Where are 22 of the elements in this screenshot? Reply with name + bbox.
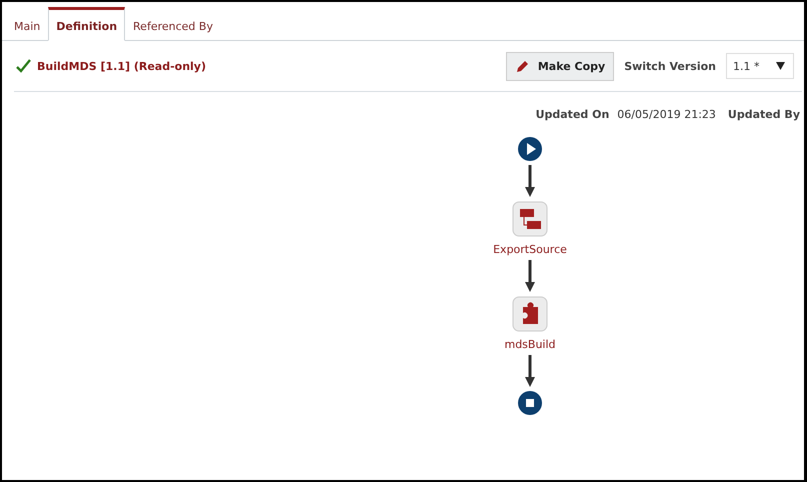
checkmark-icon xyxy=(16,59,31,73)
tab[interactable]: Main xyxy=(6,7,48,41)
version-dropdown[interactable]: 1.1 * xyxy=(726,53,794,79)
updated-on-value: 06/05/2019 21:23 xyxy=(617,108,716,121)
tab[interactable]: Definition xyxy=(48,7,126,41)
flow-arrow xyxy=(525,260,535,292)
pencil-icon xyxy=(514,58,530,74)
page-title: BuildMDS [1.1] (Read-only) xyxy=(37,60,206,72)
make-copy-button[interactable]: Make Copy xyxy=(506,52,614,80)
task-label[interactable]: mdsBuild xyxy=(504,338,556,351)
flow-arrow xyxy=(525,165,535,197)
start-node-icon[interactable] xyxy=(518,137,542,161)
switch-version-label: Switch Version xyxy=(624,60,716,72)
updated-on-label: Updated On xyxy=(536,108,610,121)
flow-arrow xyxy=(525,355,535,387)
caret-icon xyxy=(776,62,785,70)
updated-by-label: Updated By xyxy=(728,108,800,121)
flowchart-icon[interactable] xyxy=(512,201,548,237)
end-node-icon[interactable] xyxy=(518,391,542,415)
task-label[interactable]: ExportSource xyxy=(493,243,567,256)
tab[interactable]: Referenced By xyxy=(125,7,221,41)
puzzle-icon[interactable] xyxy=(512,296,548,332)
